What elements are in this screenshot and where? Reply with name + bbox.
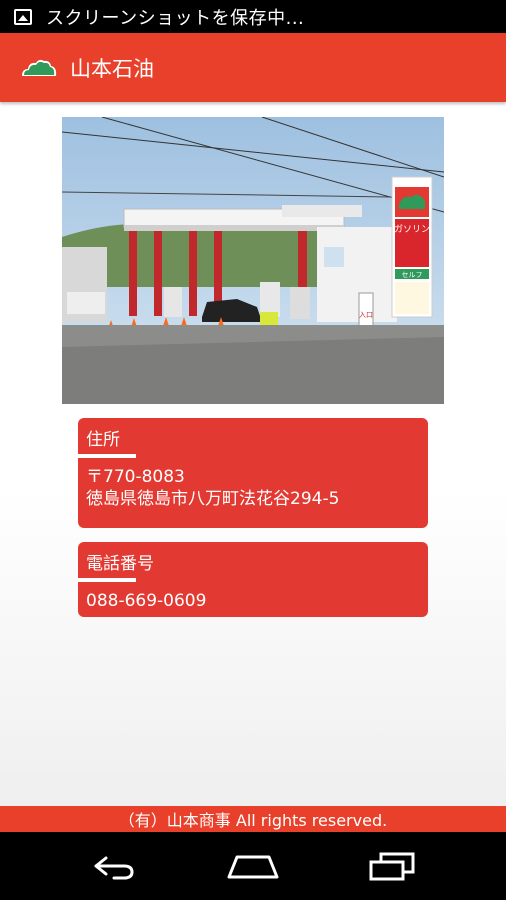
- status-text: スクリーンショットを保存中...: [46, 7, 305, 29]
- recents-icon: [369, 852, 415, 881]
- phone-card: 電話番号 088-669-0609: [78, 542, 428, 617]
- postal-code: 〒770-8083: [86, 467, 185, 487]
- sign-text: ガソリン: [394, 224, 430, 235]
- gas-station-photo: ガソリン セルフ 入口: [62, 117, 444, 404]
- entrance-text: 入口: [359, 311, 373, 319]
- phone-card-body: 088-669-0609: [78, 580, 428, 622]
- phone-heading: 電話番号: [86, 553, 154, 574]
- status-bar: スクリーンショットを保存中...: [0, 0, 506, 33]
- street-address[interactable]: 徳島県徳島市八万町法花谷294-5: [86, 488, 420, 510]
- phone-card-header: 電話番号: [78, 542, 428, 582]
- app-bar: 山本石油: [0, 33, 506, 102]
- self-text: セルフ: [402, 271, 423, 279]
- address-card-body: 〒770-8083 徳島県徳島市八万町法花谷294-5: [78, 456, 428, 520]
- address-card-header: 住所: [78, 418, 428, 458]
- app-title: 山本石油: [70, 56, 154, 81]
- heading-underline: [78, 454, 136, 458]
- image-icon: [14, 8, 32, 25]
- main-content: ガソリン セルフ 入口 住所 〒770-8083 徳島県徳島市八万町法花谷294…: [0, 102, 506, 806]
- footer: （有）山本商事 All rights reserved.: [0, 806, 506, 832]
- mountain-logo-icon: [22, 59, 57, 76]
- home-icon: [227, 855, 279, 879]
- address-card: 住所 〒770-8083 徳島県徳島市八万町法花谷294-5: [78, 418, 428, 528]
- phone-number[interactable]: 088-669-0609: [86, 590, 420, 612]
- address-heading: 住所: [86, 429, 120, 450]
- back-button[interactable]: [84, 846, 144, 886]
- recents-button[interactable]: [362, 846, 422, 886]
- heading-underline: [78, 578, 136, 582]
- home-button[interactable]: [223, 846, 283, 886]
- navigation-bar: [0, 832, 506, 900]
- copyright-text: （有）山本商事 All rights reserved.: [118, 811, 388, 830]
- back-icon: [94, 856, 134, 880]
